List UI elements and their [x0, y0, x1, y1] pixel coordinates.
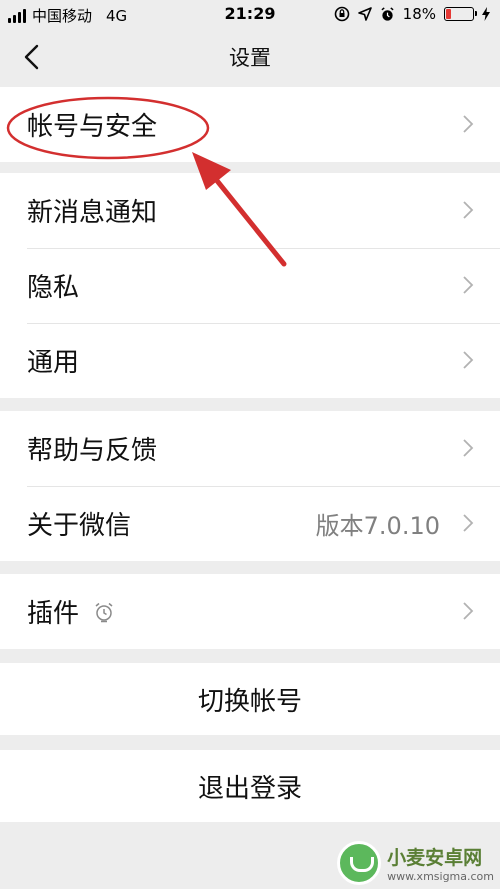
settings-item-label: 帐号与安全 [27, 112, 158, 142]
orientation-lock-icon [334, 6, 349, 22]
chevron-right-icon [463, 439, 474, 457]
switch-account-label: 切换帐号 [197, 686, 302, 717]
settings-item-label: 插件 [27, 599, 80, 629]
settings-item-label: 关于微信 [27, 511, 132, 541]
status-bar: 中国移动 4G 21:29 18% [0, 0, 500, 30]
page-title: 设置 [229, 46, 271, 70]
settings-item-privacy[interactable]: 隐私 [0, 248, 500, 323]
battery-level-fill [446, 9, 451, 19]
nav-bar: 设置 [0, 30, 500, 82]
battery-icon [444, 7, 477, 21]
chevron-right-icon [463, 514, 474, 532]
settings-item-label: 隐私 [27, 273, 80, 303]
chevron-right-icon [463, 351, 474, 369]
settings-group-plugins: 插件 [0, 574, 500, 649]
settings-group-account: 帐号与安全 [0, 87, 500, 162]
settings-group-general: 新消息通知 隐私 通用 [0, 173, 500, 398]
watermark-text: 小麦安卓网 www.xmsigma.com [387, 843, 494, 883]
watermark-name: 小麦安卓网 [387, 847, 483, 869]
watermark: 小麦安卓网 www.xmsigma.com [337, 841, 494, 885]
location-icon [357, 7, 372, 21]
settings-item-plugins[interactable]: 插件 [0, 574, 500, 649]
settings-group-help: 帮助与反馈 关于微信 版本7.0.10 [0, 411, 500, 561]
version-value: 版本7.0.10 [315, 512, 440, 540]
settings-item-general[interactable]: 通用 [0, 323, 500, 398]
settings-item-help-feedback[interactable]: 帮助与反馈 [0, 411, 500, 486]
settings-item-label: 通用 [27, 348, 80, 378]
settings-item-notifications[interactable]: 新消息通知 [0, 173, 500, 248]
battery-percent: 18% [402, 5, 436, 23]
settings-item-about[interactable]: 关于微信 版本7.0.10 [0, 486, 500, 561]
watermark-logo-icon [337, 841, 382, 885]
alarm-icon [381, 6, 394, 21]
settings-item-account-security[interactable]: 帐号与安全 [0, 87, 500, 162]
chevron-right-icon [463, 276, 474, 294]
logout-button[interactable]: 退出登录 [0, 750, 500, 822]
charging-bolt-icon [482, 7, 490, 21]
logout-label: 退出登录 [197, 773, 302, 804]
settings-item-label: 新消息通知 [27, 198, 158, 228]
chevron-right-icon [463, 602, 474, 620]
plugin-timer-icon [95, 602, 113, 622]
settings-item-label: 帮助与反馈 [27, 436, 158, 466]
switch-account-button[interactable]: 切换帐号 [0, 663, 500, 735]
status-right: 18% [334, 5, 490, 23]
watermark-url: www.xmsigma.com [387, 870, 494, 883]
chevron-right-icon [463, 201, 474, 219]
chevron-right-icon [463, 115, 474, 133]
